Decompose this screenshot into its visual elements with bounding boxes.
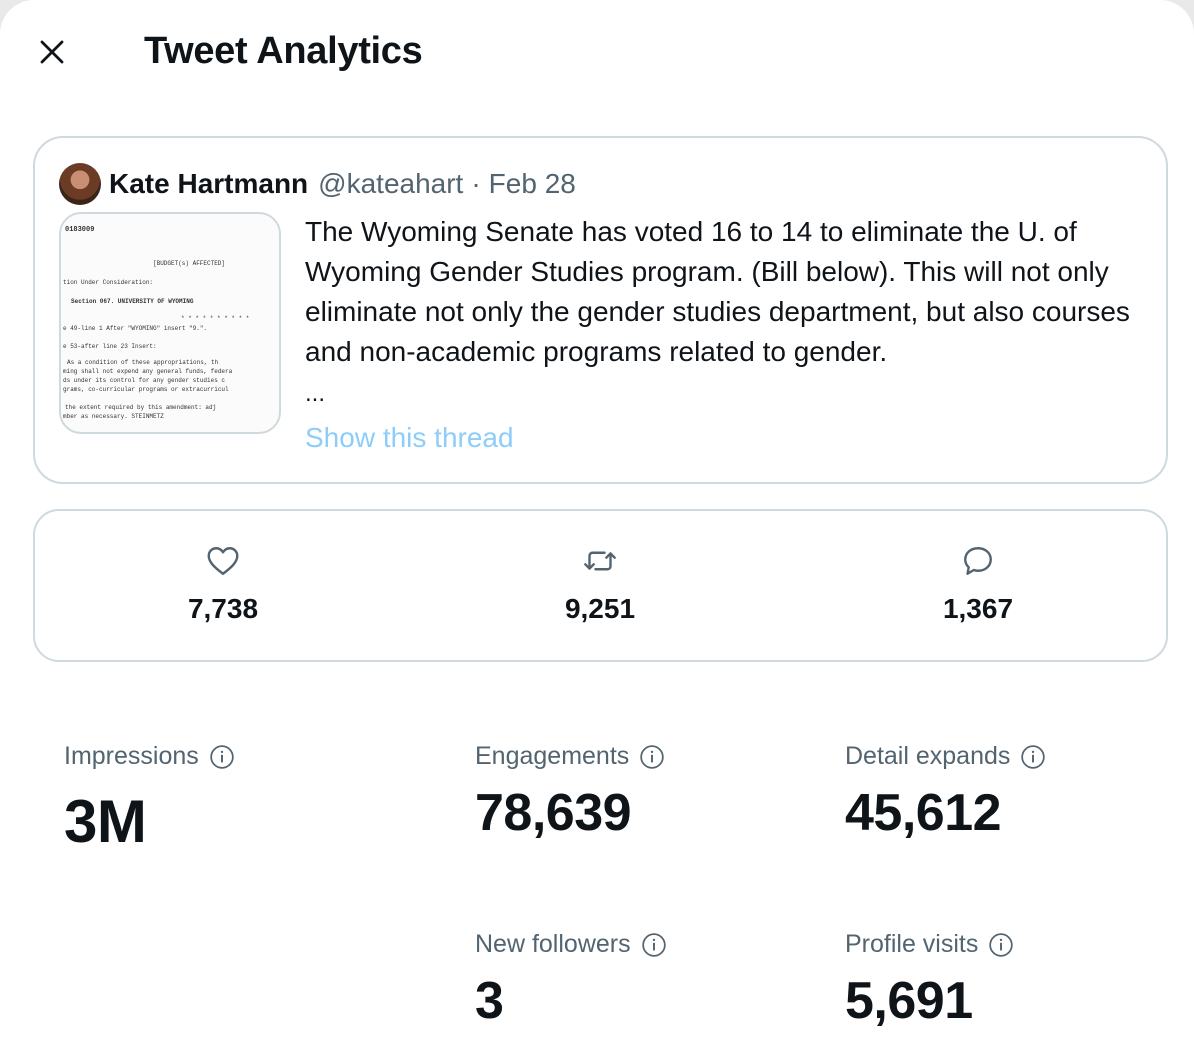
doc-line: 0183009 (65, 226, 94, 234)
info-icon[interactable] (639, 744, 665, 770)
doc-line: As a condition of these appropriations, … (67, 359, 219, 366)
new-followers-label-row: New followers (475, 930, 667, 959)
engagements-value: 78,639 (475, 784, 632, 842)
close-button[interactable] (30, 30, 74, 74)
avatar[interactable] (59, 163, 101, 205)
info-icon[interactable] (641, 932, 667, 958)
doc-line: mber as necessary. STEINMETZ (63, 413, 164, 420)
retweets-metric: 9,251 (500, 543, 700, 625)
author-name[interactable]: Kate Hartmann (109, 168, 308, 200)
likes-metric: 7,738 (123, 543, 323, 625)
reply-icon[interactable] (960, 543, 996, 579)
separator-dot: · (471, 168, 481, 199)
replies-metric: 1,367 (878, 543, 1078, 625)
detail-expands-label-row: Detail expands (845, 742, 1046, 771)
author-handle[interactable]: @kateahart (318, 168, 463, 200)
analytics-sheet: Tweet Analytics Kate Hartmann @kateahart… (0, 0, 1194, 1040)
new-followers-value: 3 (475, 972, 504, 1030)
impressions-label: Impressions (64, 742, 199, 770)
doc-line: e 53-after line 23 Insert: (63, 343, 157, 350)
info-icon[interactable] (1020, 744, 1046, 770)
page-title: Tweet Analytics (144, 30, 423, 72)
impressions-stat: Impressions 3M (64, 742, 235, 856)
close-icon (40, 40, 64, 64)
engagement-summary-card: 7,738 9,251 1,367 (33, 509, 1168, 662)
tweet-header: Kate Hartmann @kateahart · Feb 28 (59, 162, 576, 206)
tweet-card[interactable]: Kate Hartmann @kateahart · Feb 28 018300… (33, 136, 1168, 484)
tweet-date[interactable]: Feb 28 (489, 168, 576, 200)
heart-icon[interactable] (205, 543, 241, 579)
engagements-stat: Engagements 78,639 (475, 742, 665, 843)
profile-visits-stat: Profile visits 5,691 (845, 930, 1014, 1031)
detail-expands-stat: Detail expands 45,612 (845, 742, 1046, 843)
doc-line: the extent required by this amendment: a… (65, 404, 216, 411)
impressions-value: 3M (64, 788, 147, 855)
doc-line: e 49-line 1 After "WYOMING" insert "9.". (63, 325, 207, 332)
tweet-attached-image[interactable]: 0183009 [BUDGET(s) AFFECTED] tion Under … (59, 212, 281, 434)
info-icon[interactable] (209, 744, 235, 770)
retweet-icon[interactable] (582, 543, 618, 579)
impressions-label-row: Impressions (64, 742, 235, 771)
profile-visits-label-row: Profile visits (845, 930, 1014, 959)
doc-line: [BUDGET(s) AFFECTED] (153, 260, 225, 267)
detail-expands-value: 45,612 (845, 784, 1002, 842)
retweets-count: 9,251 (564, 593, 636, 624)
doc-line: grams, co-curricular programs or extracu… (63, 386, 229, 393)
profile-visits-label: Profile visits (845, 930, 979, 958)
replies-count: 1,367 (942, 593, 1014, 624)
engagements-label: Engagements (475, 742, 630, 770)
doc-line: ming shall not expend any general funds,… (63, 368, 233, 375)
show-thread-link[interactable]: Show this thread (305, 422, 514, 454)
tweet-text: The Wyoming Senate has voted 16 to 14 to… (305, 216, 1130, 367)
new-followers-stat: New followers 3 (475, 930, 667, 1031)
doc-line: ds under its control for any gender stud… (63, 377, 225, 384)
doc-line: Section 067. UNIVERSITY OF WYOMING (71, 298, 194, 305)
new-followers-label: New followers (475, 930, 631, 958)
likes-count: 7,738 (187, 593, 259, 624)
doc-line: tion Under Consideration: (63, 279, 153, 286)
doc-line: * * * * * * * * * * (181, 315, 249, 322)
detail-expands-label: Detail expands (845, 742, 1011, 770)
info-icon[interactable] (988, 932, 1014, 958)
engagements-label-row: Engagements (475, 742, 665, 771)
tweet-ellipsis: ... (305, 380, 326, 407)
profile-visits-value: 5,691 (845, 972, 973, 1030)
